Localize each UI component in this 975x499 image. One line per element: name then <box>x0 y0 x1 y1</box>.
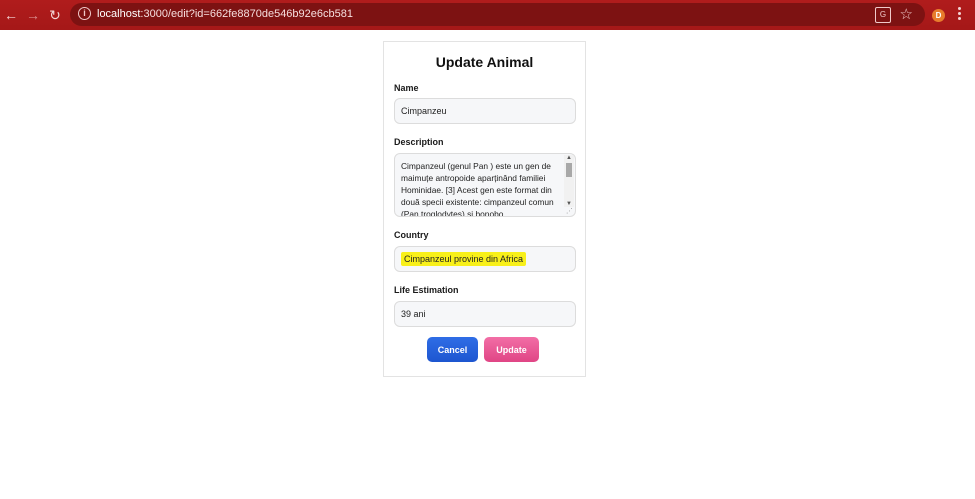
back-arrow-icon[interactable]: ← <box>0 0 22 30</box>
form-title: Update Animal <box>435 54 534 70</box>
resize-grip-icon[interactable]: ⋰ <box>566 207 573 215</box>
reload-icon[interactable]: ↻ <box>44 0 66 30</box>
name-input[interactable]: Cimpanzeu <box>394 98 576 124</box>
textarea-scrollbar[interactable]: ▲ ▼ <box>564 155 574 207</box>
description-textarea[interactable]: Cimpanzeul (genul Pan ) este un gen de m… <box>394 153 576 217</box>
address-bar[interactable]: i localhost:3000/edit?id=662fe8870de546b… <box>70 3 925 26</box>
cancel-button[interactable]: Cancel <box>427 337 478 362</box>
url-text[interactable]: localhost:3000/edit?id=662fe8870de546b92… <box>97 8 353 20</box>
scroll-up-icon[interactable]: ▲ <box>566 155 572 161</box>
profile-avatar[interactable]: D <box>932 9 945 22</box>
bookmark-star-icon[interactable]: ☆ <box>900 5 913 23</box>
life-estimation-input[interactable]: 39 ani <box>394 301 576 327</box>
update-animal-form: Update Animal Name Cimpanzeu Description… <box>383 41 586 377</box>
life-estimation-label: Life Estimation <box>394 285 459 295</box>
site-info-icon[interactable]: i <box>78 7 91 20</box>
browser-toolbar: ← → ↻ i localhost:3000/edit?id=662fe8870… <box>0 0 975 30</box>
browser-menu-icon[interactable] <box>958 7 961 20</box>
description-label: Description <box>394 137 444 147</box>
country-value: Cimpanzeul provine din Africa <box>401 252 527 266</box>
translate-icon[interactable]: G <box>875 7 891 23</box>
forward-arrow-icon[interactable]: → <box>22 0 44 30</box>
description-text: Cimpanzeul (genul Pan ) este un gen de m… <box>401 161 554 217</box>
name-label: Name <box>394 83 419 93</box>
country-input[interactable]: Cimpanzeul provine din Africa <box>394 246 576 272</box>
country-label: Country <box>394 230 429 240</box>
scroll-thumb[interactable] <box>566 163 572 177</box>
update-button[interactable]: Update <box>484 337 539 362</box>
